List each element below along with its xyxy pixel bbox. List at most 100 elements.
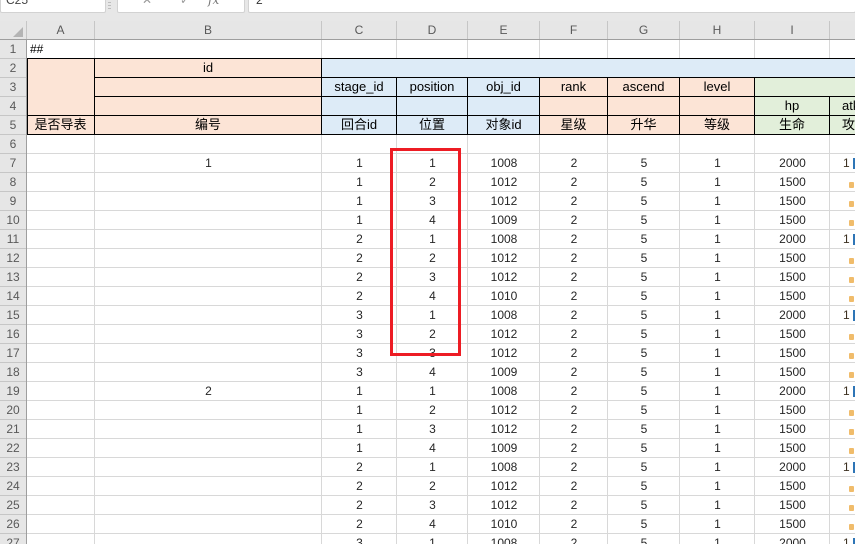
cell-D3[interactable]: position [397, 78, 468, 97]
cell-J19[interactable]: 1 [830, 382, 855, 401]
cell-F7[interactable]: 2 [540, 154, 608, 173]
cell-H27[interactable]: 1 [680, 534, 755, 544]
cell-H9[interactable]: 1 [680, 192, 755, 211]
cell-I5[interactable]: 生命 [755, 116, 830, 135]
cell-J13[interactable] [830, 268, 855, 287]
cell-J25[interactable] [830, 496, 855, 515]
cell-C7[interactable]: 1 [322, 154, 397, 173]
cell-G7[interactable]: 5 [608, 154, 680, 173]
cell-E12[interactable]: 1012 [468, 249, 540, 268]
cell-G15[interactable]: 5 [608, 306, 680, 325]
cell-H7[interactable]: 1 [680, 154, 755, 173]
cell-F13[interactable]: 2 [540, 268, 608, 287]
cell-J22[interactable] [830, 439, 855, 458]
column-header-H[interactable]: H [680, 21, 755, 39]
cell-D20[interactable]: 2 [397, 401, 468, 420]
select-all-corner[interactable] [0, 21, 27, 39]
cell-B5[interactable]: 编号 [95, 116, 322, 135]
cell-D23[interactable]: 1 [397, 458, 468, 477]
cell-G9[interactable]: 5 [608, 192, 680, 211]
cell-G8[interactable]: 5 [608, 173, 680, 192]
cell-F26[interactable]: 2 [540, 515, 608, 534]
cell-I21[interactable]: 1500 [755, 420, 830, 439]
cell-G23[interactable]: 5 [608, 458, 680, 477]
cell-F15[interactable]: 2 [540, 306, 608, 325]
cell-H13[interactable]: 1 [680, 268, 755, 287]
row-header-1[interactable]: 1 [0, 40, 26, 59]
cell-A1[interactable]: ## [27, 40, 95, 59]
formula-bar-divider[interactable] [108, 2, 111, 10]
cell-I19[interactable]: 2000 [755, 382, 830, 401]
cell-I23[interactable]: 2000 [755, 458, 830, 477]
cell-I24[interactable]: 1500 [755, 477, 830, 496]
cell-I25[interactable]: 1500 [755, 496, 830, 515]
cell-C8[interactable]: 1 [322, 173, 397, 192]
cell-D27[interactable]: 1 [397, 534, 468, 544]
cell-J5[interactable]: 攻击 [830, 116, 855, 135]
cell-I8[interactable]: 1500 [755, 173, 830, 192]
row-header-16[interactable]: 16 [0, 325, 26, 344]
cell-H17[interactable]: 1 [680, 344, 755, 363]
cell-D22[interactable]: 4 [397, 439, 468, 458]
cell-G10[interactable]: 5 [608, 211, 680, 230]
cell-E15[interactable]: 1008 [468, 306, 540, 325]
cell-H12[interactable]: 1 [680, 249, 755, 268]
cell-E8[interactable]: 1012 [468, 173, 540, 192]
cell-I18[interactable]: 1500 [755, 363, 830, 382]
cell-E16[interactable]: 1012 [468, 325, 540, 344]
column-header-B[interactable]: B [95, 21, 322, 39]
cell-F17[interactable]: 2 [540, 344, 608, 363]
cell-F19[interactable]: 2 [540, 382, 608, 401]
cell-H11[interactable]: 1 [680, 230, 755, 249]
cell-F23[interactable]: 2 [540, 458, 608, 477]
cell-E19[interactable]: 1008 [468, 382, 540, 401]
cell-J23[interactable]: 1 [830, 458, 855, 477]
cell-E5[interactable]: 对象id [468, 116, 540, 135]
row-header-9[interactable]: 9 [0, 192, 26, 211]
cell-G3[interactable]: ascend [608, 78, 680, 97]
cell-J26[interactable] [830, 515, 855, 534]
column-header-C[interactable]: C [322, 21, 397, 39]
cell-I14[interactable]: 1500 [755, 287, 830, 306]
cell-B4[interactable] [95, 97, 322, 116]
cell-E17[interactable]: 1012 [468, 344, 540, 363]
cell-E20[interactable]: 1012 [468, 401, 540, 420]
cell-G21[interactable]: 5 [608, 420, 680, 439]
cell-H22[interactable]: 1 [680, 439, 755, 458]
cell-D18[interactable]: 4 [397, 363, 468, 382]
cell-F18[interactable]: 2 [540, 363, 608, 382]
cell-I12[interactable]: 1500 [755, 249, 830, 268]
cell-G24[interactable]: 5 [608, 477, 680, 496]
cell-F22[interactable]: 2 [540, 439, 608, 458]
cell-F12[interactable]: 2 [540, 249, 608, 268]
cell-F5[interactable]: 星级 [540, 116, 608, 135]
row-header-15[interactable]: 15 [0, 306, 26, 325]
cell-J12[interactable] [830, 249, 855, 268]
cell-G26[interactable]: 5 [608, 515, 680, 534]
cell-F9[interactable]: 2 [540, 192, 608, 211]
cell-I9[interactable]: 1500 [755, 192, 830, 211]
cell-G5[interactable]: 升华 [608, 116, 680, 135]
cell-C21[interactable]: 1 [322, 420, 397, 439]
cell-G18[interactable]: 5 [608, 363, 680, 382]
row-header-5[interactable]: 5 [0, 116, 26, 135]
cell-I10[interactable]: 1500 [755, 211, 830, 230]
cell-J9[interactable] [830, 192, 855, 211]
enter-icon[interactable]: ✓ [180, 0, 190, 7]
cell-G17[interactable]: 5 [608, 344, 680, 363]
cell-I15[interactable]: 2000 [755, 306, 830, 325]
cell-C20[interactable]: 1 [322, 401, 397, 420]
cell-J7[interactable]: 1 [830, 154, 855, 173]
cell-E21[interactable]: 1012 [468, 420, 540, 439]
cell-F20[interactable]: 2 [540, 401, 608, 420]
cell-F4[interactable] [540, 97, 608, 116]
cell-A2-A4[interactable] [27, 59, 95, 116]
cell-E22[interactable]: 1009 [468, 439, 540, 458]
cell-I20[interactable]: 1500 [755, 401, 830, 420]
cell-E23[interactable]: 1008 [468, 458, 540, 477]
cell-F10[interactable]: 2 [540, 211, 608, 230]
cell-H21[interactable]: 1 [680, 420, 755, 439]
cell-F14[interactable]: 2 [540, 287, 608, 306]
row-header-17[interactable]: 17 [0, 344, 26, 363]
row-header-26[interactable]: 26 [0, 515, 26, 534]
